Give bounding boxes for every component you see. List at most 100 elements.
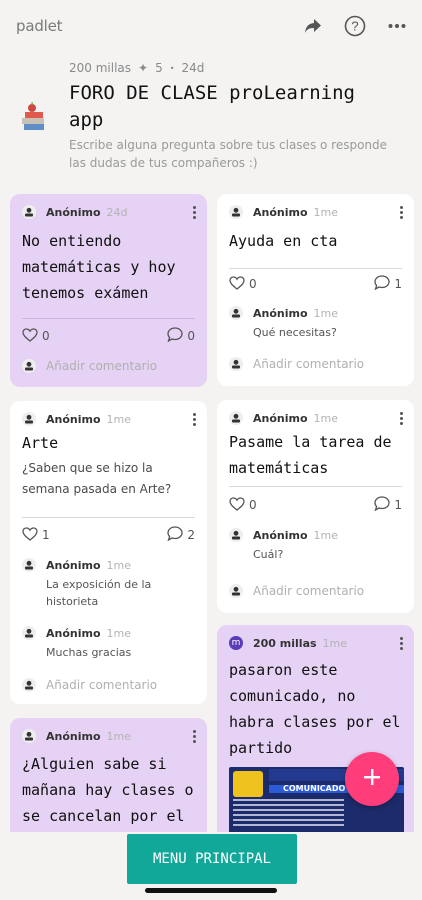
comment-time: 1me (313, 306, 339, 320)
home-indicator[interactable] (145, 888, 277, 893)
user-avatar: m (229, 636, 243, 650)
add-comment-label: Añadir comentario (253, 584, 365, 598)
post-body: ¿Saben que se hizo la semana pasada en A… (22, 461, 172, 496)
add-comment-button[interactable]: Añadir comentario (229, 356, 404, 372)
post-title: Arte (22, 434, 59, 452)
top-bar: padlet ? (0, 0, 422, 52)
more-options-icon[interactable] (388, 23, 406, 29)
add-comment-label: Añadir comentario (46, 678, 158, 692)
comment-count: 2 (187, 528, 195, 542)
post-author: Anónimo (253, 411, 308, 425)
anonymous-avatar-icon (229, 357, 243, 371)
post-time: 1me (313, 411, 339, 425)
post-card[interactable]: Anónimo 24d No entiendo matemáticas y ho… (10, 194, 207, 387)
post-author: Anónimo (46, 205, 101, 219)
post-menu-icon[interactable] (400, 636, 404, 650)
comment-text: Muchas gracias (46, 646, 132, 659)
comment-bubble-icon[interactable] (167, 526, 184, 544)
post-reactions: 0 0 (22, 327, 195, 345)
share-icon[interactable] (304, 18, 322, 34)
anonymous-avatar-icon (229, 528, 243, 542)
post-title: No entiendo matemáticas y hoy tenemos ex… (22, 232, 176, 302)
bottom-bar: MENU PRINCIPAL (0, 832, 422, 900)
image-text-lines (233, 799, 344, 829)
comment: Anónimo 1me Muchas gracias (22, 626, 197, 661)
post-reactions: 1 2 (22, 526, 195, 544)
comment-count: 1 (394, 498, 402, 512)
add-comment-label: Añadir comentario (253, 357, 365, 371)
comment-author: Anónimo (253, 306, 308, 320)
comment-bubble-icon[interactable] (374, 275, 391, 293)
add-comment-label: Añadir comentario (46, 359, 158, 373)
comment-author: Anónimo (46, 626, 101, 640)
add-comment-button[interactable]: Añadir comentario (22, 677, 197, 693)
anonymous-avatar-icon (229, 584, 243, 598)
add-comment-button[interactable]: Añadir comentario (22, 358, 197, 374)
board-owner[interactable]: 200 millas (69, 61, 131, 75)
comment-count: 0 (187, 329, 195, 343)
like-count: 1 (42, 528, 50, 542)
anonymous-avatar-icon (229, 411, 243, 425)
comment-text: Cuál? (253, 548, 284, 561)
anonymous-avatar-icon (229, 306, 243, 320)
brand-logo[interactable]: padlet (16, 17, 63, 35)
comment: Anónimo 1me Qué necesitas? (229, 306, 404, 341)
comment-bubble-icon[interactable] (167, 327, 184, 345)
school-emblem (233, 771, 263, 797)
post-header: Anónimo 1me (22, 411, 197, 427)
post-time: 24d (106, 205, 128, 219)
post-card[interactable]: Anónimo 1me ¿Alguien sabe si mañana hay … (10, 718, 207, 832)
heart-icon[interactable] (229, 275, 245, 293)
post-card[interactable]: Anónimo 1me Arte ¿Saben que se hizo la s… (10, 401, 207, 704)
comment-time: 1me (313, 528, 339, 542)
like-count: 0 (249, 277, 257, 291)
heart-icon[interactable] (22, 526, 38, 544)
post-author: Anónimo (46, 729, 101, 743)
contributors-icon: ✦ (138, 61, 149, 75)
post-title: Pasame la tarea de matemáticas (229, 433, 392, 477)
post-header: Anónimo 1me (22, 728, 197, 744)
post-menu-icon[interactable] (193, 729, 197, 743)
post-title: pasaron este comunicado, no habra clases… (229, 661, 401, 757)
post-time: 1me (106, 412, 132, 426)
post-author: 200 millas (253, 636, 317, 650)
add-comment-button[interactable]: Añadir comentario (229, 583, 404, 599)
heart-icon[interactable] (229, 496, 245, 514)
divider (229, 268, 402, 269)
post-menu-icon[interactable] (400, 205, 404, 219)
help-icon[interactable]: ? (344, 15, 366, 37)
post-header: Anónimo 1me (229, 410, 404, 426)
comment-bubble-icon[interactable] (374, 496, 391, 514)
anonymous-avatar-icon (22, 412, 36, 426)
main-menu-button[interactable]: MENU PRINCIPAL (127, 834, 297, 884)
like-count: 0 (42, 329, 50, 343)
post-menu-icon[interactable] (400, 411, 404, 425)
heart-icon[interactable] (22, 327, 38, 345)
comment-author: Anónimo (253, 528, 308, 542)
post-reactions: 0 1 (229, 275, 402, 293)
anonymous-avatar-icon (22, 729, 36, 743)
comment: Anónimo 1me Cuál? (229, 528, 404, 563)
board-meta: 200 millas ✦ 5 • 24d (69, 61, 204, 75)
add-post-button[interactable] (345, 752, 399, 806)
post-header: Anónimo 24d (22, 204, 197, 220)
post-menu-icon[interactable] (193, 412, 197, 426)
comment-text: La exposición de la historieta (46, 578, 152, 608)
comment-time: 1me (106, 626, 132, 640)
post-card[interactable]: Anónimo 1me Pasame la tarea de matemátic… (217, 400, 414, 613)
anonymous-avatar-icon (229, 205, 243, 219)
post-menu-icon[interactable] (193, 205, 197, 219)
post-reactions: 0 1 (229, 496, 402, 514)
post-author: Anónimo (253, 205, 308, 219)
contributors-count: 5 (155, 61, 163, 75)
divider (22, 517, 195, 518)
anonymous-avatar-icon (22, 359, 36, 373)
post-time: 1me (322, 636, 348, 650)
post-card[interactable]: Anónimo 1me Ayuda en cta 0 1 Anónimo 1me… (217, 194, 414, 386)
comment-time: 1me (106, 558, 132, 572)
anonymous-avatar-icon (22, 626, 36, 640)
post-title: ¿Alguien sabe si mañana hay clases o se … (22, 755, 194, 825)
comment-author: Anónimo (46, 558, 101, 572)
svg-text:?: ? (351, 19, 358, 34)
board-header: 200 millas ✦ 5 • 24d FORO DE CLASE proLe… (0, 52, 422, 192)
